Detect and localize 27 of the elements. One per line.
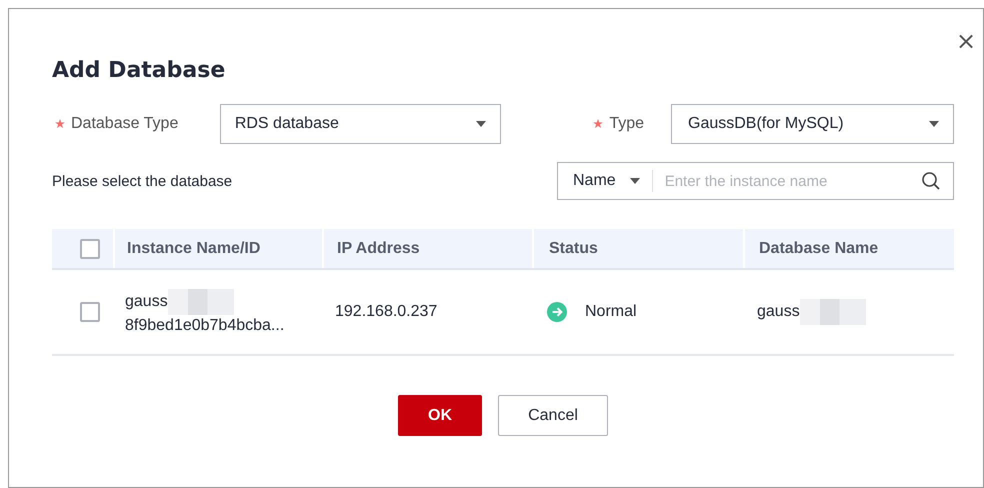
caret-icon bbox=[929, 121, 939, 127]
caret-icon bbox=[476, 121, 486, 127]
column-header: IP Address bbox=[337, 240, 420, 258]
ok-button[interactable]: OK bbox=[398, 395, 482, 436]
column-header: Database Name bbox=[759, 240, 878, 258]
select-field[interactable]: RDS database bbox=[220, 104, 501, 144]
status-text: Normal bbox=[585, 303, 637, 321]
cancel-button[interactable]: Cancel bbox=[498, 395, 608, 436]
search-field[interactable]: Name Enter the instance name bbox=[557, 162, 954, 200]
redacted-block bbox=[800, 299, 866, 325]
checkbox[interactable] bbox=[80, 238, 100, 258]
database-name: gauss bbox=[757, 303, 800, 321]
dialog-title: Add Database bbox=[52, 58, 226, 83]
select-field[interactable]: GaussDB(for MySQL) bbox=[671, 104, 954, 144]
instance-id: 8f9bed1e0b7b4bcba... bbox=[125, 316, 284, 336]
search-icon[interactable] bbox=[921, 171, 941, 191]
column-header: Instance Name/ID bbox=[127, 240, 260, 258]
caret-icon bbox=[630, 178, 640, 184]
table-cell: 192.168.0.237 bbox=[335, 303, 438, 321]
redacted-block bbox=[168, 288, 234, 314]
field-label: Type bbox=[593, 115, 644, 133]
field-label: Database Type bbox=[52, 115, 220, 133]
checkbox[interactable] bbox=[80, 302, 100, 322]
close-button[interactable]: × bbox=[952, 29, 980, 53]
hint-text: Please select the database bbox=[52, 172, 232, 190]
instance-name: gauss bbox=[125, 292, 168, 312]
column-header: Status bbox=[549, 240, 598, 258]
